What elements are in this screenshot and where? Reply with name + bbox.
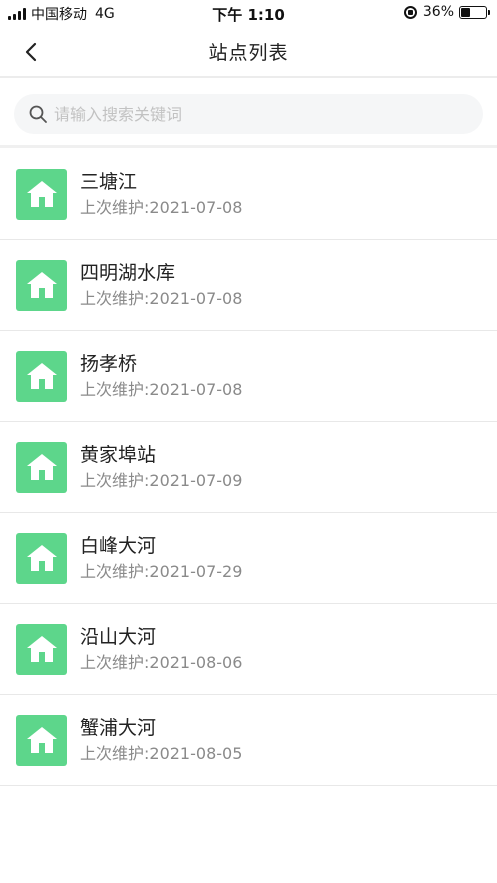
search-icon bbox=[29, 105, 47, 123]
nav-bar: 站点列表 bbox=[0, 26, 497, 78]
battery-icon bbox=[459, 5, 490, 19]
station-name: 蟹浦大河 bbox=[80, 717, 157, 739]
list-item[interactable]: 蟹浦大河 上次维护:2021-08-05 bbox=[0, 695, 497, 786]
search-section bbox=[0, 80, 497, 148]
list-item[interactable]: 沿山大河 上次维护:2021-08-06 bbox=[0, 604, 497, 695]
station-name: 四明湖水库 bbox=[80, 262, 176, 284]
house-icon bbox=[26, 545, 57, 571]
station-icon-box bbox=[16, 532, 67, 584]
station-name: 沿山大河 bbox=[80, 626, 157, 648]
list-item[interactable]: 四明湖水库 上次维护:2021-07-08 bbox=[0, 240, 497, 331]
orientation-lock-icon bbox=[403, 5, 417, 19]
station-icon-box bbox=[16, 623, 67, 675]
house-icon bbox=[26, 636, 57, 662]
maintenance-date: 上次维护:2021-07-29 bbox=[80, 562, 243, 581]
house-icon bbox=[26, 272, 57, 298]
chevron-left-icon bbox=[25, 42, 37, 62]
house-icon bbox=[26, 727, 57, 753]
house-icon bbox=[26, 363, 57, 389]
station-name: 三塘江 bbox=[80, 171, 138, 193]
status-right: 36% bbox=[403, 4, 490, 20]
maintenance-date: 上次维护:2021-07-08 bbox=[80, 289, 243, 308]
search-input[interactable] bbox=[54, 104, 434, 124]
station-name: 扬孝桥 bbox=[80, 353, 138, 375]
house-icon bbox=[26, 181, 57, 207]
maintenance-date: 上次维护:2021-08-05 bbox=[80, 744, 243, 763]
station-icon-box bbox=[16, 259, 67, 311]
list-item[interactable]: 白峰大河 上次维护:2021-07-29 bbox=[0, 513, 497, 604]
station-icon-box bbox=[16, 714, 67, 766]
list-item[interactable]: 扬孝桥 上次维护:2021-07-08 bbox=[0, 331, 497, 422]
page-title: 站点列表 bbox=[208, 41, 289, 64]
battery-level bbox=[461, 7, 470, 17]
maintenance-date: 上次维护:2021-07-08 bbox=[80, 198, 243, 217]
station-name: 黄家埠站 bbox=[80, 444, 157, 466]
station-name: 白峰大河 bbox=[80, 535, 157, 557]
list-item[interactable]: 三塘江 上次维护:2021-07-08 bbox=[0, 149, 497, 240]
station-icon-box bbox=[16, 350, 67, 402]
station-icon-box bbox=[16, 441, 67, 493]
maintenance-date: 上次维护:2021-07-09 bbox=[80, 471, 243, 490]
back-button[interactable] bbox=[20, 40, 44, 64]
house-icon bbox=[26, 454, 57, 480]
battery-percent: 36% bbox=[422, 4, 454, 20]
search-bar[interactable] bbox=[14, 94, 483, 134]
station-icon-box bbox=[16, 168, 67, 220]
station-list: 三塘江 上次维护:2021-07-08 四明湖水库 上次维护:2021-07-0… bbox=[0, 149, 497, 786]
maintenance-date: 上次维护:2021-07-08 bbox=[80, 380, 243, 399]
maintenance-date: 上次维护:2021-08-06 bbox=[80, 653, 243, 672]
status-bar: 中国移动 4G 下午 1:10 36% bbox=[0, 0, 497, 26]
list-item[interactable]: 黄家埠站 上次维护:2021-07-09 bbox=[0, 422, 497, 513]
